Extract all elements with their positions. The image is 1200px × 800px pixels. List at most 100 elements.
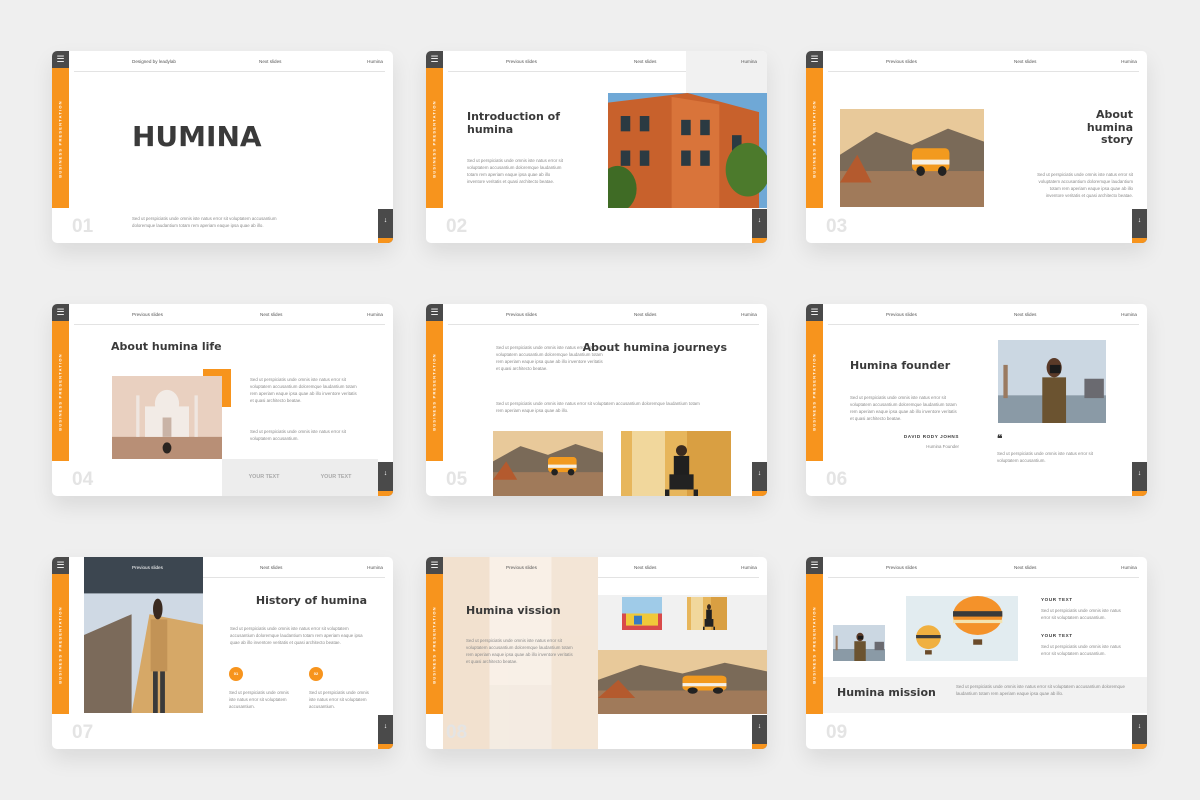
slide-body: Sed ut perspiciatis unde omnis iste natu… — [230, 626, 363, 645]
slide-body: Sed ut perspiciatis unde omnis iste natu… — [466, 638, 573, 664]
slide-body: Sed ut perspiciatis unde omnis iste natu… — [467, 158, 563, 184]
balloons-photo — [906, 596, 1018, 661]
next-slide-button[interactable]: ↓ — [378, 715, 393, 749]
nav-previous[interactable]: Previous slides — [132, 565, 163, 570]
nav-next[interactable]: Next slides — [259, 59, 281, 64]
arrow-down-icon: ↓ — [1137, 470, 1142, 477]
next-slide-button[interactable]: ↓ — [378, 209, 393, 243]
nav-previous[interactable]: Previous slides — [886, 312, 917, 317]
van-photo — [840, 109, 984, 207]
button-accent — [752, 238, 767, 243]
slide-nav: Previous slides Next slides Humina — [828, 562, 1139, 574]
slide-07[interactable]: ☰ BUSINESS PRESENTATION Previous slides … — [52, 557, 393, 749]
founder-role: Humina Founder — [926, 444, 959, 449]
hamburger-menu-icon[interactable]: ☰ — [426, 304, 443, 321]
slide-03[interactable]: ☰ BUSINESS PRESENTATION Previous slides … — [806, 51, 1147, 243]
step-text-2: Sed ut perspiciatis unde omnis iste natu… — [309, 690, 369, 709]
founder-name: DAVID RODY JOHNS — [903, 434, 959, 439]
slide-rail: ☰ BUSINESS PRESENTATION — [426, 557, 443, 749]
nav-brand: Humina — [1121, 565, 1137, 570]
slide-04[interactable]: ☰ BUSINESS PRESENTATION Previous slides … — [52, 304, 393, 496]
nav-divider — [74, 71, 385, 72]
slide-body: Sed ut perspiciatis unde omnis iste natu… — [250, 377, 357, 403]
hamburger-menu-icon[interactable]: ☰ — [806, 304, 823, 321]
taj-mahal-photo — [112, 376, 222, 459]
person-sitting-photo — [687, 597, 727, 630]
nav-previous[interactable]: Previous slides — [506, 565, 537, 570]
slide-title: About humina life — [111, 340, 222, 353]
nav-next[interactable]: Next slides — [1014, 312, 1036, 317]
nav-brand: Humina — [367, 565, 383, 570]
slide-body: Sed ut perspiciatis unde omnis iste natu… — [1037, 172, 1133, 198]
quote-text: Sed ut perspiciatis unde omnis iste natu… — [997, 451, 1093, 463]
slide-number: 03 — [826, 216, 848, 237]
photographer-photo — [833, 625, 885, 661]
next-slide-button[interactable]: ↓ — [752, 715, 767, 749]
van-photo — [598, 650, 767, 714]
arrow-down-icon: ↓ — [383, 470, 388, 477]
slide-rail: ☰ BUSINESS PRESENTATION — [806, 51, 823, 243]
rail-label: BUSINESS PRESENTATION — [57, 353, 63, 431]
nav-previous[interactable]: Previous slides — [132, 312, 163, 317]
mission-text: Sed ut perspiciatis unde omnis iste natu… — [956, 684, 1125, 696]
arrow-down-icon: ↓ — [383, 723, 388, 730]
hamburger-menu-icon[interactable]: ☰ — [426, 51, 443, 68]
hamburger-menu-icon[interactable]: ☰ — [426, 557, 443, 574]
button-accent — [1132, 238, 1147, 243]
slide-number: 04 — [72, 469, 94, 490]
slide-body: Sed ut perspiciatis unde omnis iste natu… — [132, 216, 277, 228]
rail-label: BUSINESS PRESENTATION — [57, 606, 63, 684]
nav-previous[interactable]: Previous slides — [886, 59, 917, 64]
person-sitting-photo — [621, 431, 731, 496]
hamburger-menu-icon[interactable]: ☰ — [52, 557, 69, 574]
nav-divider — [203, 577, 385, 578]
label-1-text: Sed ut perspiciatis unde omnis iste natu… — [1041, 608, 1121, 620]
nav-next[interactable]: Next slides — [1014, 565, 1036, 570]
slide-title: Introduction of humina — [467, 110, 560, 136]
next-slide-button[interactable]: ↓ — [752, 462, 767, 496]
slide-05[interactable]: ☰ BUSINESS PRESENTATION Previous slides … — [426, 304, 767, 496]
nav-previous[interactable]: Previous slides — [506, 312, 537, 317]
label-2-text: Sed ut perspiciatis unde omnis iste natu… — [1041, 644, 1121, 656]
next-slide-button[interactable]: ↓ — [752, 209, 767, 243]
nav-divider — [448, 71, 686, 72]
slide-06[interactable]: ☰ BUSINESS PRESENTATION Previous slides … — [806, 304, 1147, 496]
slide-09[interactable]: ☰ BUSINESS PRESENTATION Previous slides … — [806, 557, 1147, 749]
slide-08[interactable]: ☰ BUSINESS PRESENTATION Previous slides … — [426, 557, 767, 749]
slide-02[interactable]: ☰ BUSINESS PRESENTATION Previous slides … — [426, 51, 767, 243]
nav-previous[interactable]: Previous slides — [506, 59, 537, 64]
nav-next[interactable]: Next slides — [1014, 59, 1036, 64]
step-text-1: Sed ut perspiciatis unde omnis iste natu… — [229, 690, 289, 709]
slide-01[interactable]: ☰ BUSINESS PRESENTATION Designed by lead… — [52, 51, 393, 243]
slide-title: Humina mission — [837, 686, 936, 699]
van-photo — [493, 431, 603, 496]
nav-previous[interactable]: Previous slides — [886, 565, 917, 570]
hamburger-menu-icon[interactable]: ☰ — [52, 51, 69, 68]
label-2: YOUR TEXT — [1041, 633, 1073, 638]
nav-next[interactable]: Next slides — [260, 312, 282, 317]
slide-number: 08 — [446, 722, 468, 743]
next-slide-button[interactable]: ↓ — [1132, 209, 1147, 243]
text-cell-2: YOUR TEXT — [294, 459, 378, 496]
slide-number: 06 — [826, 469, 848, 490]
rail-label: BUSINESS PRESENTATION — [431, 100, 437, 178]
next-slide-button[interactable]: ↓ — [1132, 462, 1147, 496]
hamburger-menu-icon[interactable]: ☰ — [806, 51, 823, 68]
slide-body: Sed ut perspiciatis unde omnis iste natu… — [850, 395, 957, 421]
slide-title: About humina story — [1086, 108, 1133, 147]
step-badge-1: 01 — [229, 667, 243, 681]
arrow-down-icon: ↓ — [757, 723, 762, 730]
hamburger-menu-icon[interactable]: ☰ — [52, 304, 69, 321]
nav-next[interactable]: Next slides — [634, 312, 656, 317]
hamburger-menu-icon[interactable]: ☰ — [806, 557, 823, 574]
arrow-down-icon: ↓ — [383, 217, 388, 224]
next-slide-button[interactable]: ↓ — [1132, 715, 1147, 749]
button-accent — [1132, 744, 1147, 749]
next-slide-button[interactable]: ↓ — [378, 462, 393, 496]
slide-title: Humina founder — [850, 359, 951, 372]
slide-rail: ☰ BUSINESS PRESENTATION — [426, 304, 443, 496]
nav-next[interactable]: Next slides — [260, 565, 282, 570]
slide-number: 07 — [72, 722, 94, 743]
nav-next[interactable]: Next slides — [634, 59, 656, 64]
nav-next[interactable]: Next slides — [634, 565, 656, 570]
